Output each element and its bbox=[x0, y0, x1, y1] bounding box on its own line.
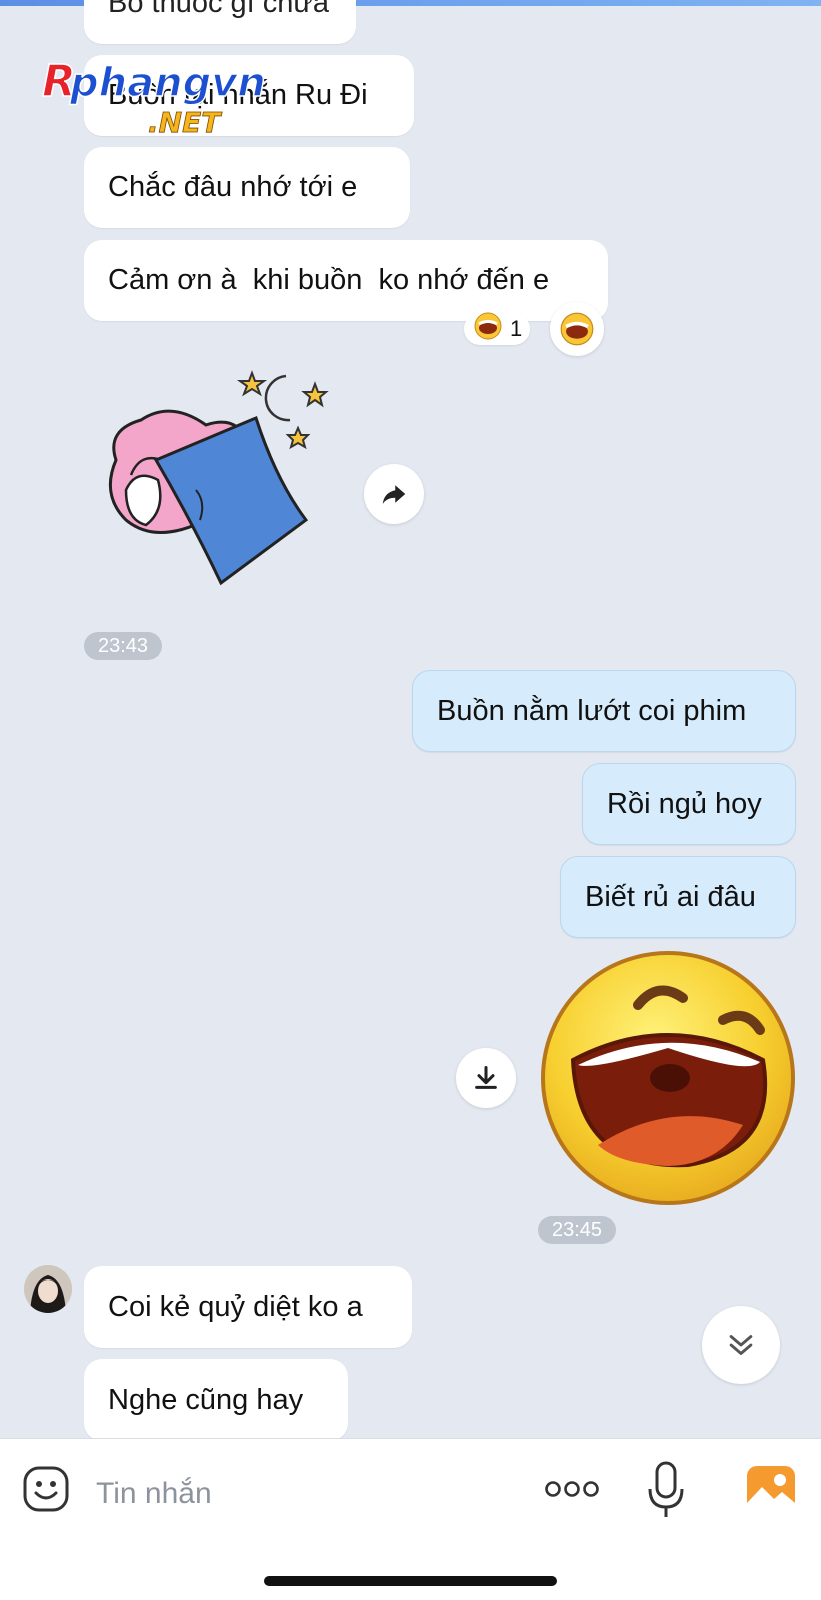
microphone-icon bbox=[648, 1461, 684, 1517]
double-chevron-down-icon bbox=[729, 1335, 753, 1355]
download-icon bbox=[475, 1065, 497, 1089]
scroll-down-button[interactable] bbox=[702, 1306, 780, 1384]
message-input-placeholder: Tin nhắn bbox=[96, 1477, 212, 1510]
more-dots-icon bbox=[545, 1481, 599, 1497]
message-bubble-other[interactable]: Coi kẻ quỷ diệt ko a bbox=[84, 1266, 412, 1348]
message-input[interactable]: Tin nhắn bbox=[90, 1449, 520, 1529]
message-text: Cảm ơn à khi buồn ko nhớ đến e bbox=[108, 264, 550, 296]
message-bubble-me[interactable]: Rồi ngủ hoy bbox=[582, 763, 796, 845]
gallery-button[interactable] bbox=[746, 1465, 796, 1513]
add-reaction-button[interactable] bbox=[550, 302, 604, 356]
message-text: Rồi ngủ hoy bbox=[607, 787, 762, 820]
message-bubble-other[interactable]: Chắc đâu nhớ tới e bbox=[84, 147, 410, 228]
message-text: Coi kẻ quỷ diệt ko a bbox=[108, 1290, 363, 1323]
home-indicator bbox=[264, 1576, 557, 1586]
message-text: Biết rủ ai đâu bbox=[585, 880, 756, 913]
laughing-emoji-icon bbox=[474, 312, 502, 346]
reaction-count-text: 1 bbox=[510, 316, 523, 341]
message-text: Chắc đâu nhớ tới e bbox=[108, 171, 358, 203]
message-text: Bổ thuốc gì chưa bbox=[108, 0, 329, 19]
message-bubble-other[interactable]: Nghe cũng hay bbox=[84, 1359, 348, 1441]
message-text: Nghe cũng hay bbox=[108, 1383, 304, 1416]
reaction-count[interactable]: 1 bbox=[464, 312, 530, 346]
timestamp: 23:45 bbox=[538, 1216, 616, 1244]
message-input-bar: Tin nhắn bbox=[0, 1438, 821, 1600]
emoji-icon bbox=[23, 1466, 69, 1512]
svg-text:.NET: .NET bbox=[148, 106, 222, 136]
laughing-emoji-sticker[interactable] bbox=[538, 950, 798, 1206]
message-text: Buồn nằm lướt coi phim bbox=[437, 694, 747, 727]
gallery-icon bbox=[747, 1466, 795, 1512]
voice-button[interactable] bbox=[646, 1461, 686, 1519]
sleeping-sticker[interactable] bbox=[96, 370, 336, 600]
download-button[interactable] bbox=[456, 1048, 516, 1108]
message-bubble-me[interactable]: Biết rủ ai đâu bbox=[560, 856, 796, 938]
message-bubble-me[interactable]: Buồn nằm lướt coi phim bbox=[412, 670, 796, 752]
message-bubble-other[interactable]: Bổ thuốc gì chưa bbox=[84, 0, 356, 44]
timestamp-text: 23:43 bbox=[97, 634, 149, 657]
share-arrow-icon bbox=[382, 485, 406, 504]
laughing-emoji-icon bbox=[560, 312, 594, 346]
forward-button[interactable] bbox=[364, 464, 424, 524]
timestamp: 23:43 bbox=[84, 632, 162, 660]
message-bubble-other[interactable]: Cảm ơn à khi buồn ko nhớ đến e bbox=[84, 240, 608, 321]
timestamp-text: 23:45 bbox=[551, 1218, 603, 1241]
watermark-logo: R phangvn .NET bbox=[40, 55, 300, 139]
svg-text:phangvn: phangvn bbox=[69, 60, 266, 106]
emoji-button[interactable] bbox=[22, 1465, 70, 1513]
more-button[interactable] bbox=[544, 1471, 600, 1507]
avatar[interactable] bbox=[24, 1265, 72, 1313]
